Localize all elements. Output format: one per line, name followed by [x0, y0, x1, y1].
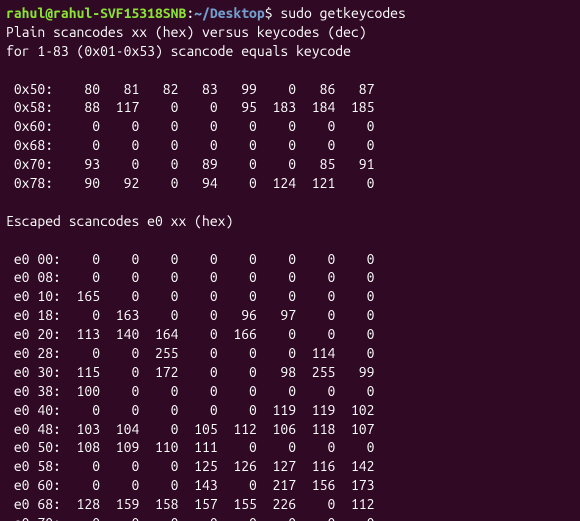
prompt-host: rahul-SVF15318SNB — [53, 5, 186, 21]
escaped-scancode-table: e0 00: 0 0 0 0 0 0 0 0 e0 08: 0 0 0 0 0 … — [6, 251, 374, 521]
terminal-output[interactable]: rahul@rahul-SVF15318SNB:~/Desktop$ sudo … — [0, 0, 580, 521]
command-text: sudo getkeycodes — [280, 5, 405, 21]
header-line-1: Plain scancodes xx (hex) versus keycodes… — [6, 24, 367, 40]
prompt-path: ~/Desktop — [194, 5, 265, 21]
prompt-at: @ — [45, 5, 53, 21]
header-line-2: for 1-83 (0x01-0x53) scancode equals key… — [6, 43, 351, 59]
prompt-user: rahul — [6, 5, 45, 21]
escaped-header: Escaped scancodes e0 xx (hex) — [6, 213, 233, 229]
plain-scancode-table: 0x50: 80 81 82 83 99 0 86 87 0x58: 88 11… — [6, 81, 374, 191]
prompt-colon: : — [186, 5, 194, 21]
prompt-dollar: $ — [265, 5, 281, 21]
prompt-line: rahul@rahul-SVF15318SNB:~/Desktop$ sudo … — [6, 5, 406, 21]
